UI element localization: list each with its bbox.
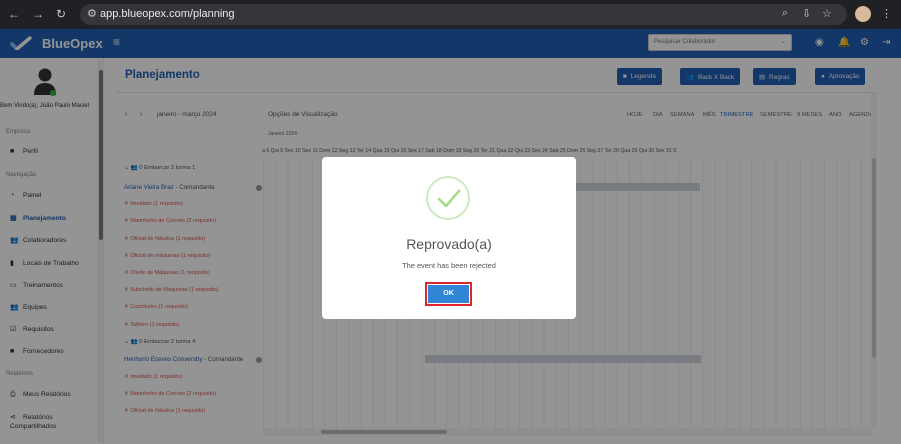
url-text[interactable]: app.blueopex.com/planning	[100, 8, 235, 20]
ok-button[interactable]: OK	[425, 282, 472, 306]
dialog-title: Reprovado(a)	[406, 236, 492, 252]
forward-arrow-icon[interactable]: →	[32, 7, 44, 21]
success-check-icon	[426, 176, 470, 220]
browser-menu-icon[interactable]: ⋮	[881, 7, 892, 20]
back-arrow-icon[interactable]: ←	[8, 7, 20, 21]
site-info-icon[interactable]: ⚙	[87, 7, 97, 20]
install-app-icon[interactable]: ⇩	[802, 7, 811, 20]
reload-icon[interactable]: ↻	[56, 7, 66, 21]
profile-avatar-icon[interactable]	[855, 6, 871, 22]
browser-toolbar: ← → ↻ ⚙ app.blueopex.com/planning ⌕ ⇩ ☆ …	[0, 0, 901, 29]
bookmark-star-icon[interactable]: ☆	[822, 7, 832, 20]
zoom-icon[interactable]: ⌕	[782, 7, 788, 20]
dialog-message: The event has been rejected	[402, 261, 496, 270]
ok-button-label: OK	[428, 285, 469, 303]
